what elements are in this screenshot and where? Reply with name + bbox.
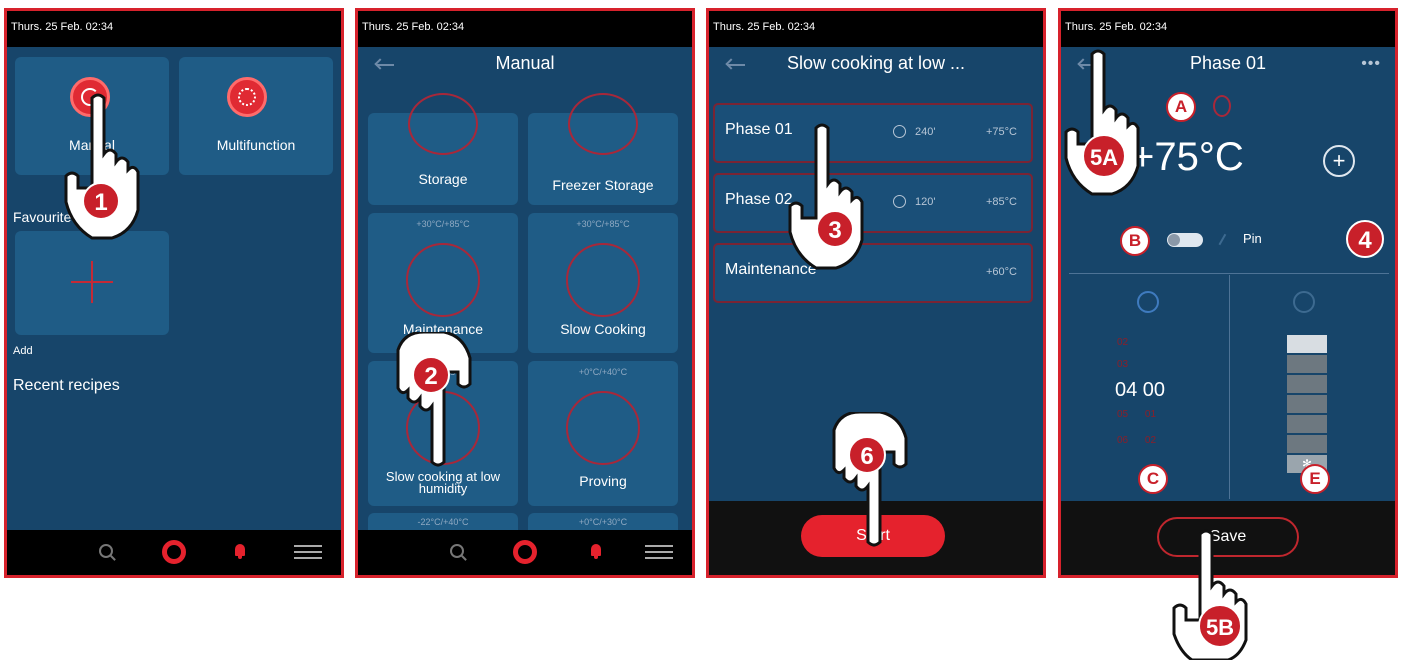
status-bar: Thurs. 25 Feb. 02:34 [709, 11, 1043, 47]
clock-icon [893, 125, 906, 138]
status-bar: Thurs. 25 Feb. 02:34 [1061, 11, 1395, 47]
menu-icon[interactable] [294, 545, 322, 559]
hand-pointer-icon [832, 412, 908, 547]
slow-cooking-tile[interactable]: +30°C/+85°C Slow Cooking [528, 213, 678, 353]
fan-speed-segment [1287, 335, 1327, 353]
callout-letter: E [1300, 464, 1330, 494]
waves-icon [406, 243, 480, 317]
thermometer-icon [1213, 95, 1231, 117]
phase-name: Phase 01 [725, 121, 793, 138]
divider [1069, 273, 1389, 274]
pin-icon [1218, 233, 1232, 249]
callout-letter: B [1120, 226, 1150, 256]
snowflake-icon [408, 93, 478, 155]
instruction-figure: Thurs. 25 Feb. 02:34 Manual Multifunctio… [0, 0, 1407, 660]
fan-icon [1293, 291, 1315, 313]
pin-label: Pin [1243, 231, 1262, 246]
callout-letter: A [1166, 92, 1196, 122]
fan-speed-slider[interactable]: ✻ [1287, 335, 1327, 473]
phase-row-1[interactable]: Phase 01 240' +75°C [713, 103, 1033, 163]
proving-tile[interactable]: +0°C/+40°C Proving [528, 361, 678, 506]
search-icon[interactable] [450, 544, 464, 558]
freezer-storage-tile[interactable]: Freezer Storage [528, 93, 678, 205]
increase-temp-button[interactable]: + [1323, 145, 1355, 177]
page-title: Slow cooking at low ... [786, 53, 966, 73]
divider-vertical [1229, 275, 1230, 499]
status-bar: Thurs. 25 Feb. 02:34 [7, 11, 341, 47]
slow-cooking-label: Slow Cooking [560, 321, 646, 337]
menu-icon[interactable] [645, 545, 673, 559]
hand-pointer-icon [788, 123, 864, 270]
step-badge: 4 [1346, 220, 1384, 258]
step-badge: 3 [816, 210, 854, 248]
phase-name: Phase 02 [725, 191, 793, 208]
page-title: Manual [495, 53, 555, 73]
phase-row-2[interactable]: Phase 02 120' +85°C [713, 173, 1033, 233]
multifunction-icon [227, 77, 267, 117]
fan-speed-segment [1287, 375, 1327, 393]
bread-icon [566, 391, 640, 465]
home-ring-icon[interactable] [513, 540, 537, 564]
step-badge: 5A [1082, 134, 1126, 178]
storage-label: Storage [418, 171, 468, 187]
screen-home: Thurs. 25 Feb. 02:34 Manual Multifunctio… [4, 8, 344, 578]
callout-letter: C [1138, 464, 1168, 494]
fan-speed-segment [1287, 355, 1327, 373]
step-badge: 1 [82, 182, 120, 220]
proving-label: Proving [579, 473, 627, 489]
phase-time: 120' [915, 196, 936, 208]
phase-temp: +75°C [985, 126, 1017, 138]
slow-cooking-low-humidity-label: Slow cooking at low humidity [385, 469, 501, 496]
fan-speed-segment [1287, 395, 1327, 413]
screen-manual: Thurs. 25 Feb. 02:34 Manual Storage Free… [355, 8, 695, 578]
phase-row-maintenance[interactable]: Maintenance +60°C [713, 243, 1033, 303]
phase-time: 240' [915, 126, 936, 138]
hand-pointer-icon [396, 332, 472, 467]
multifunction-tile-label: Multifunction [216, 137, 296, 153]
timer-icon [1137, 291, 1159, 313]
freezer-icon [568, 93, 638, 155]
clock-icon [893, 195, 906, 208]
pot-icon [566, 243, 640, 317]
temperature-value[interactable]: +75°C [1131, 135, 1244, 180]
more-options-icon[interactable]: ••• [1361, 55, 1381, 73]
fan-speed-segment [1287, 415, 1327, 433]
timer-value: 04 00 [1115, 379, 1166, 401]
add-favourite-button[interactable] [15, 231, 169, 335]
bell-icon[interactable] [590, 542, 602, 560]
search-icon[interactable] [99, 544, 113, 558]
home-ring-icon[interactable] [162, 540, 186, 564]
phase-temp: +60°C [985, 266, 1017, 278]
freezer-storage-label: Freezer Storage [552, 177, 654, 193]
storage-tile[interactable]: Storage [368, 93, 518, 205]
multifunction-tile[interactable]: Multifunction [179, 57, 333, 175]
add-label: Add [13, 345, 33, 357]
bottom-nav [358, 530, 692, 575]
step-badge: 6 [848, 436, 886, 474]
fan-speed-segment [1287, 435, 1327, 453]
pin-toggle[interactable] [1167, 233, 1203, 247]
step-badge: 5B [1198, 604, 1242, 648]
status-bar: Thurs. 25 Feb. 02:34 [358, 11, 692, 47]
bottom-nav [7, 530, 341, 575]
bell-icon[interactable] [234, 542, 246, 560]
recent-recipes-heading: Recent recipes [13, 377, 120, 394]
step-badge: 2 [412, 356, 450, 394]
phase-temp: +85°C [985, 196, 1017, 208]
